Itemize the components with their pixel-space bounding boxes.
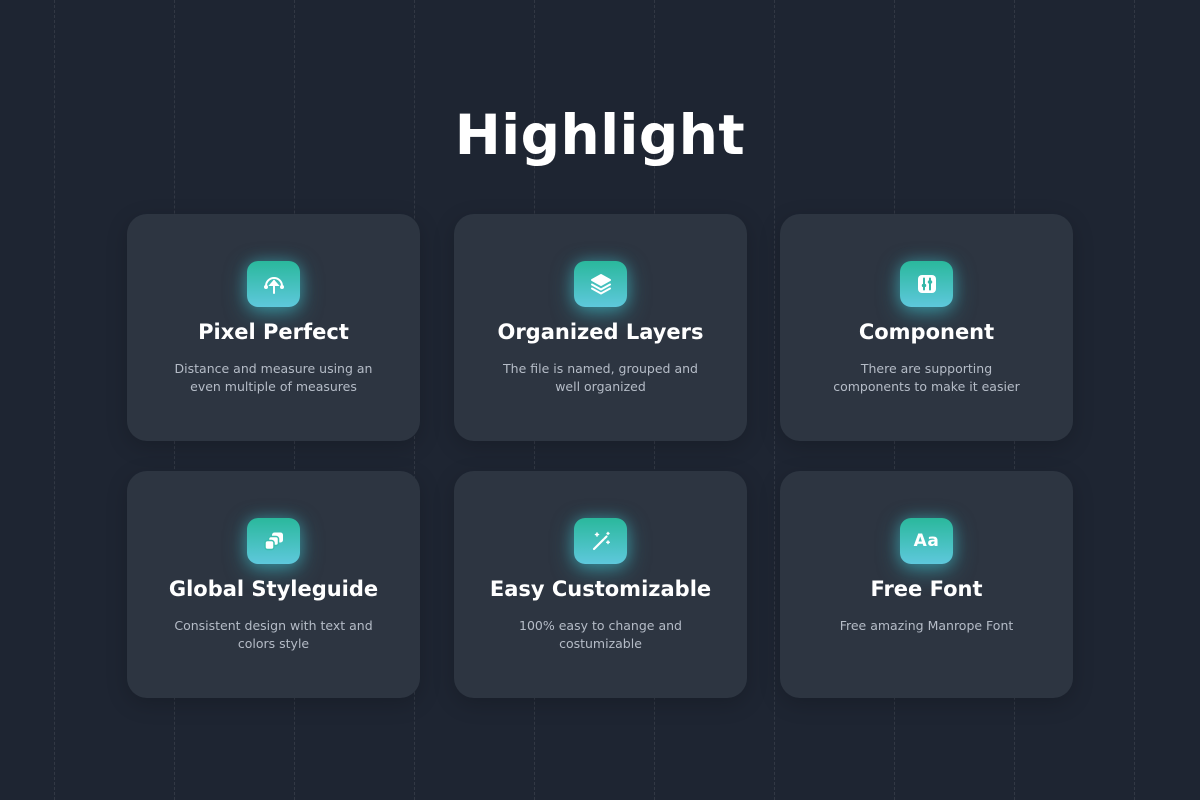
feature-card-organized-layers: Organized Layers The file is named, grou… — [454, 214, 747, 441]
magic-wand-icon — [574, 518, 627, 564]
font-aa-label: Aa — [913, 531, 940, 551]
card-description: The file is named, grouped and well orga… — [503, 361, 698, 394]
feature-card-pixel-perfect: Pixel Perfect Distance and measure using… — [127, 214, 420, 441]
styleguide-icon — [247, 518, 300, 564]
card-title: Pixel Perfect — [198, 320, 349, 344]
feature-card-component: Component There are supporting component… — [780, 214, 1073, 441]
card-description: Consistent design with text and colors s… — [174, 618, 373, 651]
layers-icon — [574, 261, 627, 307]
feature-card-easy-customizable: Easy Customizable 100% easy to change an… — [454, 471, 747, 698]
page-title: Highlight — [454, 103, 746, 167]
card-description: There are supporting components to make … — [833, 361, 1020, 394]
card-description: 100% easy to change and costumizable — [519, 618, 682, 651]
feature-card-free-font: Aa Free Font Free amazing Manrope Font — [780, 471, 1073, 698]
feature-card-global-styleguide: Global Styleguide Consistent design with… — [127, 471, 420, 698]
card-title: Component — [858, 320, 995, 344]
component-sliders-icon — [900, 261, 953, 307]
font-aa-icon: Aa — [900, 518, 953, 564]
card-title: Global Styleguide — [168, 577, 379, 601]
card-title: Free Font — [870, 577, 983, 601]
card-description: Free amazing Manrope Font — [839, 618, 1014, 633]
card-title: Easy Customizable — [489, 577, 712, 601]
pixel-perfect-icon — [247, 261, 300, 307]
card-title: Organized Layers — [497, 320, 704, 344]
card-description: Distance and measure using an even multi… — [174, 361, 373, 394]
